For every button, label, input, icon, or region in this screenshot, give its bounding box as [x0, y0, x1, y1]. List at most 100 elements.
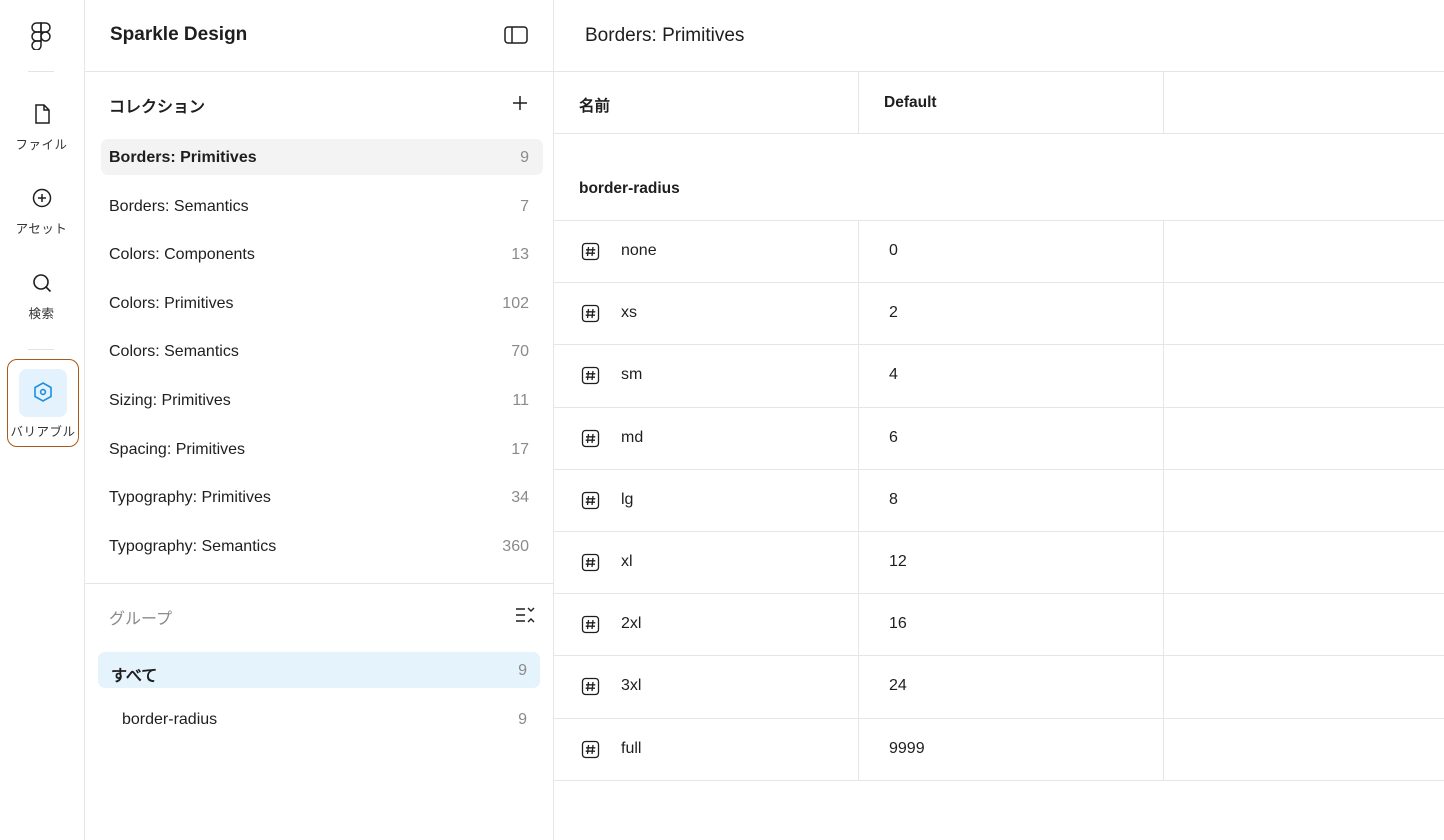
collection-item[interactable]: Borders: Semantics 7	[85, 183, 553, 232]
name-cell[interactable]: md	[554, 407, 859, 469]
value-cell[interactable]: 24	[859, 656, 1164, 718]
empty-cell	[1164, 719, 1444, 780]
empty-cell	[1164, 656, 1444, 717]
collection-name: Spacing: Primitives	[109, 440, 246, 458]
name-cell[interactable]: xl	[554, 531, 859, 594]
collections-header: コレクション	[85, 72, 553, 134]
table-row[interactable]: md 6	[554, 407, 1444, 470]
collection-count: 360	[502, 537, 529, 555]
group-count: 9	[518, 711, 527, 728]
value-cell[interactable]: 4	[859, 345, 1164, 407]
collection-name: Colors: Primitives	[109, 294, 234, 312]
name-cell[interactable]: xs	[554, 283, 859, 345]
value-cell[interactable]: 2	[859, 283, 1164, 345]
column-header-name[interactable]: 名前	[554, 72, 859, 134]
collection-item[interactable]: Typography: Primitives 34	[85, 474, 553, 523]
name-cell[interactable]: lg	[554, 469, 859, 531]
collection-item[interactable]: Colors: Components 13	[85, 231, 553, 280]
variable-name: 2xl	[621, 615, 642, 633]
rail-item-label: 検索	[28, 307, 55, 321]
empty-cell	[1164, 345, 1444, 406]
collection-count: 17	[511, 440, 529, 458]
collection-list: Borders: Primitives 9 Borders: Semantics…	[85, 134, 553, 571]
group-count: 9	[518, 662, 527, 679]
variables-icon	[34, 382, 52, 402]
number-variable-icon	[581, 491, 600, 510]
name-cell[interactable]: full	[554, 718, 859, 780]
groups-title: グループ	[109, 611, 173, 628]
variables-panel: Borders: Primitives 名前 Default border-ra…	[554, 0, 1444, 840]
variable-name: full	[621, 739, 642, 757]
value-cell[interactable]: 16	[859, 594, 1164, 656]
number-variable-icon	[581, 677, 600, 696]
value-cell[interactable]: 0	[859, 221, 1164, 283]
rail-item-label: アセット	[15, 222, 68, 236]
column-header-empty	[1164, 72, 1444, 134]
table-row[interactable]: none 0	[554, 221, 1444, 284]
empty-cell	[1164, 283, 1444, 344]
group-item[interactable]: border-radius 9	[85, 695, 553, 744]
empty-cell	[1164, 532, 1444, 593]
collection-count: 13	[511, 246, 529, 264]
number-variable-icon	[581, 615, 600, 634]
add-circle-icon	[32, 188, 51, 208]
variable-value: 24	[889, 677, 907, 695]
variable-value: 4	[889, 366, 898, 384]
variable-name: none	[621, 242, 657, 259]
collection-count: 7	[520, 197, 529, 215]
variable-name: xs	[621, 304, 637, 322]
number-variable-icon	[581, 553, 600, 572]
collections-title: コレクション	[109, 99, 206, 116]
collection-item[interactable]: Colors: Primitives 102	[85, 280, 553, 329]
rail-divider	[28, 71, 54, 72]
name-cell[interactable]: 3xl	[554, 656, 859, 718]
collection-item[interactable]: Colors: Semantics 70	[85, 328, 553, 377]
name-cell[interactable]: 2xl	[554, 594, 859, 656]
number-variable-icon	[581, 429, 600, 448]
groups-section: グループ すべて 9 border-radius 9	[85, 583, 553, 744]
name-cell[interactable]: none	[554, 221, 859, 283]
collection-item[interactable]: Sizing: Primitives 11	[85, 377, 553, 426]
table-row[interactable]: 2xl 16	[554, 594, 1444, 657]
group-item-all[interactable]: すべて 9	[85, 646, 553, 695]
variable-value: 8	[889, 490, 898, 508]
value-cell[interactable]: 6	[859, 407, 1164, 469]
table-row[interactable]: lg 8	[554, 469, 1444, 532]
collection-item[interactable]: Typography: Semantics 360	[85, 523, 553, 572]
variables-table: 名前 Default border-radius none 0 xs 2 sm 4 md 6 l…	[554, 72, 1444, 781]
variable-name: 3xl	[621, 677, 642, 695]
collection-name: Colors: Components	[109, 246, 255, 264]
rail-item-variables[interactable]: バリアブル	[7, 359, 79, 447]
rail-item-assets[interactable]: アセット	[0, 186, 83, 237]
table-row[interactable]: xs 2	[554, 283, 1444, 346]
add-collection-icon[interactable]	[509, 92, 531, 114]
variable-value: 16	[889, 615, 907, 633]
sidebar-toggle-icon[interactable]	[504, 25, 528, 45]
column-header-default[interactable]: Default	[859, 72, 1164, 134]
value-cell[interactable]: 12	[859, 531, 1164, 594]
empty-cell	[1164, 221, 1444, 282]
name-cell[interactable]: sm	[554, 345, 859, 407]
group-name: border-radius	[122, 711, 218, 728]
collapse-groups-icon[interactable]	[514, 605, 536, 625]
table-row[interactable]: xl 12	[554, 531, 1444, 595]
sidebar-header: Sparkle Design	[85, 0, 553, 72]
collection-item[interactable]: Spacing: Primitives 17	[85, 426, 553, 475]
rail-item-label: ファイル	[15, 138, 68, 152]
group-name: すべて	[111, 668, 158, 685]
value-cell[interactable]: 9999	[859, 718, 1164, 780]
collection-count: 11	[512, 391, 529, 409]
rail-item-file[interactable]: ファイル	[0, 102, 83, 153]
collection-item[interactable]: Borders: Primitives 9	[85, 134, 553, 183]
collection-name: Borders: Primitives	[109, 149, 257, 166]
figma-logo-icon[interactable]	[30, 22, 52, 50]
table-row[interactable]: 3xl 24	[554, 656, 1444, 719]
table-row[interactable]: sm 4	[554, 345, 1444, 408]
rail-item-search[interactable]: 検索	[0, 271, 83, 322]
rail-divider	[28, 349, 54, 350]
variable-value: 0	[889, 242, 898, 259]
value-cell[interactable]: 8	[859, 469, 1164, 531]
collection-count: 34	[511, 489, 529, 507]
table-row[interactable]: full 9999	[554, 718, 1444, 781]
empty-cell	[1164, 470, 1444, 531]
